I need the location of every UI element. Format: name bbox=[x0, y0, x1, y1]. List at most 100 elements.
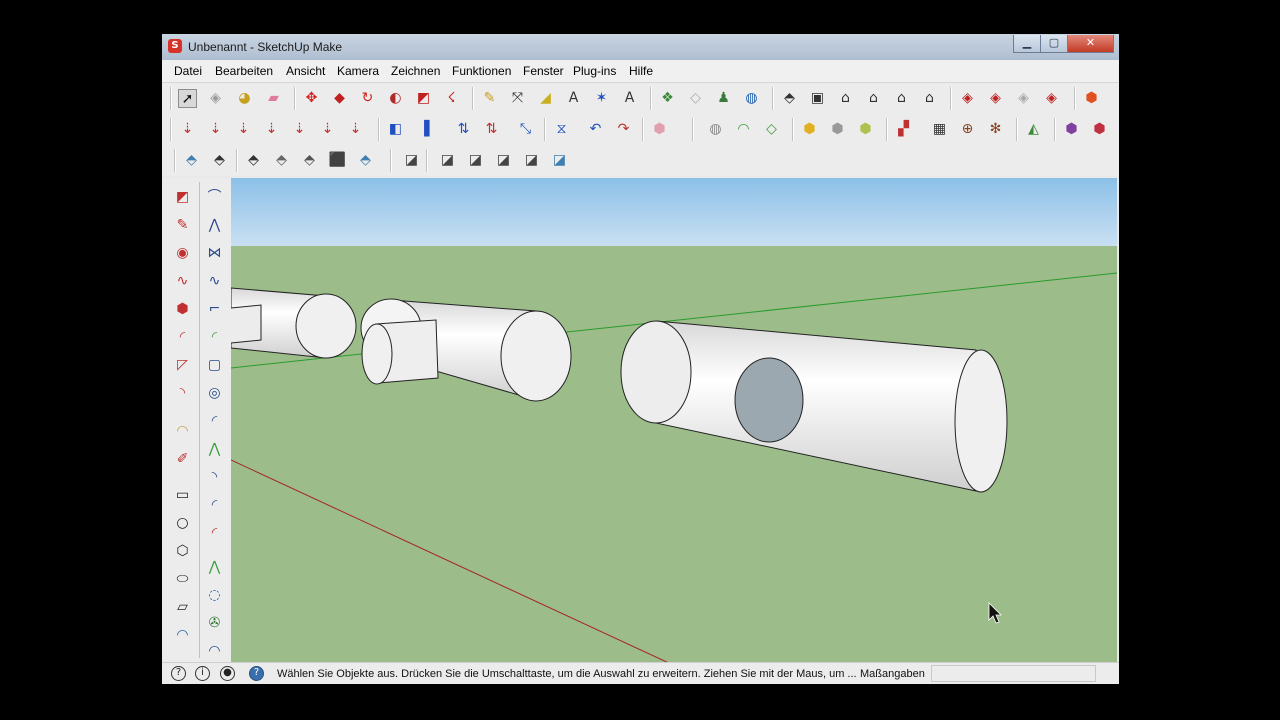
title-bar[interactable]: S Unbenannt - SketchUp Make ▁ ▢ ✕ bbox=[162, 34, 1119, 60]
rotate-icon[interactable]: ↻ bbox=[358, 89, 377, 108]
close-button[interactable]: ✕ bbox=[1067, 35, 1114, 53]
pipe-hexagon-icon[interactable]: ⬡ bbox=[173, 542, 192, 561]
flip-red-icon[interactable]: ⇅ bbox=[482, 120, 501, 139]
menu-kamera[interactable]: Kamera bbox=[337, 64, 379, 78]
solid-union-icon[interactable]: ◇ bbox=[762, 120, 781, 139]
scale-icon[interactable]: ◩ bbox=[414, 89, 433, 108]
green-zigzag-icon[interactable]: ⋀ bbox=[205, 558, 224, 577]
orbit-icon[interactable]: ❖ bbox=[658, 89, 677, 108]
circle-tool-icon[interactable]: ◉ bbox=[173, 244, 192, 263]
bezier-tool-icon[interactable]: ⌒ bbox=[205, 188, 224, 207]
fillet-tool-icon[interactable]: ◜ bbox=[205, 328, 224, 347]
solid-cube-white-icon[interactable]: ⬢ bbox=[828, 120, 847, 139]
select-arrow-icon[interactable]: ➚ bbox=[178, 89, 197, 108]
text-icon[interactable]: A bbox=[564, 89, 583, 108]
spokes-icon[interactable]: ✻ bbox=[986, 120, 1005, 139]
get-models-icon[interactable]: ◍ bbox=[742, 89, 761, 108]
back-edges-icon[interactable]: ⬘ bbox=[210, 151, 229, 170]
menu-ansicht[interactable]: Ansicht bbox=[286, 64, 325, 78]
face-style-6-icon[interactable]: ◪ bbox=[550, 151, 569, 170]
arc-curve-icon[interactable]: ◜ bbox=[205, 412, 224, 431]
menu-plugins[interactable]: Plug-ins bbox=[573, 64, 616, 78]
sandbox-af-icon[interactable]: ⇣ bbox=[346, 120, 365, 139]
drawing-viewport[interactable] bbox=[231, 178, 1117, 664]
arc-tool-icon[interactable]: ◜ bbox=[173, 328, 192, 347]
back-view-icon[interactable]: ⌂ bbox=[892, 89, 911, 108]
menu-hilfe[interactable]: Hilfe bbox=[629, 64, 653, 78]
face-style-2-icon[interactable]: ◪ bbox=[438, 151, 457, 170]
face-style-3-icon[interactable]: ◪ bbox=[466, 151, 485, 170]
redo-icon[interactable]: ↷ bbox=[614, 120, 633, 139]
instructor-help-icon[interactable]: ? bbox=[249, 666, 264, 681]
make-component-icon[interactable]: ◈ bbox=[206, 89, 225, 108]
dotted-circle-icon[interactable]: ◌ bbox=[205, 586, 224, 605]
menu-bearbeiten[interactable]: Bearbeiten bbox=[215, 64, 273, 78]
face-style-5-icon[interactable]: ◪ bbox=[522, 151, 541, 170]
tape-measure-icon[interactable]: ✎ bbox=[480, 89, 499, 108]
menu-fenster[interactable]: Fenster bbox=[523, 64, 564, 78]
axes-icon[interactable]: ✶ bbox=[592, 89, 611, 108]
red-arc-icon[interactable]: ◜ bbox=[205, 524, 224, 543]
pipe-ellipse-icon[interactable]: ⬭ bbox=[173, 570, 192, 589]
ruby-icon[interactable]: ⬢ bbox=[1082, 89, 1101, 108]
dimensions-icon[interactable]: ⤧ bbox=[508, 89, 527, 108]
geolocation-icon[interactable]: ? bbox=[171, 666, 186, 681]
extension-warehouse-icon[interactable]: ◈ bbox=[1042, 89, 1061, 108]
loop-tool-icon[interactable]: ◠ bbox=[205, 642, 224, 661]
walk-icon[interactable]: ♟ bbox=[714, 89, 733, 108]
front-view-icon[interactable]: ⌂ bbox=[836, 89, 855, 108]
grid-icon[interactable]: ▦ bbox=[930, 120, 949, 139]
user-account-icon[interactable]: ● bbox=[220, 666, 235, 681]
paint-bucket-icon[interactable]: ◕ bbox=[235, 89, 254, 108]
book-icon[interactable]: ▞ bbox=[894, 120, 913, 139]
curve-tool-icon[interactable]: ∿ bbox=[205, 272, 224, 291]
shaded-textures-icon[interactable]: ⬛ bbox=[328, 151, 347, 170]
pipe-rect-icon[interactable]: ▭ bbox=[173, 486, 192, 505]
push-pull-icon[interactable]: ◆ bbox=[330, 89, 349, 108]
menu-zeichnen[interactable]: Zeichnen bbox=[391, 64, 440, 78]
hide-plane-icon[interactable]: ◧ bbox=[386, 120, 405, 139]
sandbox-an-icon[interactable]: ⇣ bbox=[290, 120, 309, 139]
3d-text-icon[interactable]: A bbox=[620, 89, 639, 108]
maximize-button[interactable]: ▢ bbox=[1040, 35, 1068, 53]
solid-cube-green-icon[interactable]: ⬢ bbox=[856, 120, 875, 139]
iso-view-icon[interactable]: ⬘ bbox=[780, 89, 799, 108]
xray-icon[interactable]: ⬘ bbox=[182, 151, 201, 170]
sandbox-from-contours-icon[interactable]: ⇣ bbox=[178, 120, 197, 139]
spiral-tool-icon[interactable]: ◎ bbox=[205, 384, 224, 403]
3d-warehouse-icon[interactable]: ◈ bbox=[958, 89, 977, 108]
offset-icon[interactable]: ☇ bbox=[442, 89, 461, 108]
face-style-1-icon[interactable]: ◪ bbox=[402, 151, 421, 170]
menu-datei[interactable]: Datei bbox=[174, 64, 202, 78]
polygon-tool-icon[interactable]: ⬢ bbox=[173, 300, 192, 319]
hidden-line-icon[interactable]: ⬘ bbox=[272, 151, 291, 170]
cylinder-left[interactable] bbox=[231, 287, 357, 359]
top-view-icon[interactable]: ▣ bbox=[808, 89, 827, 108]
shaded-icon[interactable]: ⬘ bbox=[300, 151, 319, 170]
show-plane-icon[interactable]: ▌ bbox=[420, 120, 439, 139]
shape-tool-icon[interactable]: ◠ bbox=[173, 422, 192, 441]
monochrome-icon[interactable]: ⬘ bbox=[356, 151, 375, 170]
mirror-icon[interactable]: ⧖ bbox=[552, 120, 571, 139]
mirror-split-icon[interactable]: ◭ bbox=[1024, 120, 1043, 139]
polyline-tool-icon[interactable]: ⋀ bbox=[205, 216, 224, 235]
sandbox-av-icon[interactable]: ⇣ bbox=[262, 120, 281, 139]
share-component-icon[interactable]: ◈ bbox=[1014, 89, 1033, 108]
hook-tool-icon[interactable]: ◝ bbox=[205, 468, 224, 487]
sandbox-smoove-icon[interactable]: ⇣ bbox=[206, 120, 225, 139]
share-model-icon[interactable]: ◈ bbox=[986, 89, 1005, 108]
cube-pink-icon[interactable]: ⬢ bbox=[650, 120, 669, 139]
rectangle-tool-icon[interactable]: ◩ bbox=[173, 188, 192, 207]
pencil-tool-icon[interactable]: ✎ bbox=[173, 216, 192, 235]
pipe-parallelogram-icon[interactable]: ▱ bbox=[173, 598, 192, 617]
pipe-circle-icon[interactable]: ○ bbox=[173, 514, 192, 533]
measurements-input[interactable] bbox=[931, 665, 1096, 682]
follow-me-icon[interactable]: ◐ bbox=[386, 89, 405, 108]
zigzag-tool-icon[interactable]: ⋀ bbox=[205, 440, 224, 459]
cube-blue-red-icon[interactable]: ⬢ bbox=[1062, 120, 1081, 139]
blue-arc-icon[interactable]: ◜ bbox=[205, 496, 224, 515]
wrench-icon[interactable]: ✇ bbox=[205, 614, 224, 633]
right-view-icon[interactable]: ⌂ bbox=[864, 89, 883, 108]
undo-icon[interactable]: ↶ bbox=[586, 120, 605, 139]
target-icon[interactable]: ⊕ bbox=[958, 120, 977, 139]
